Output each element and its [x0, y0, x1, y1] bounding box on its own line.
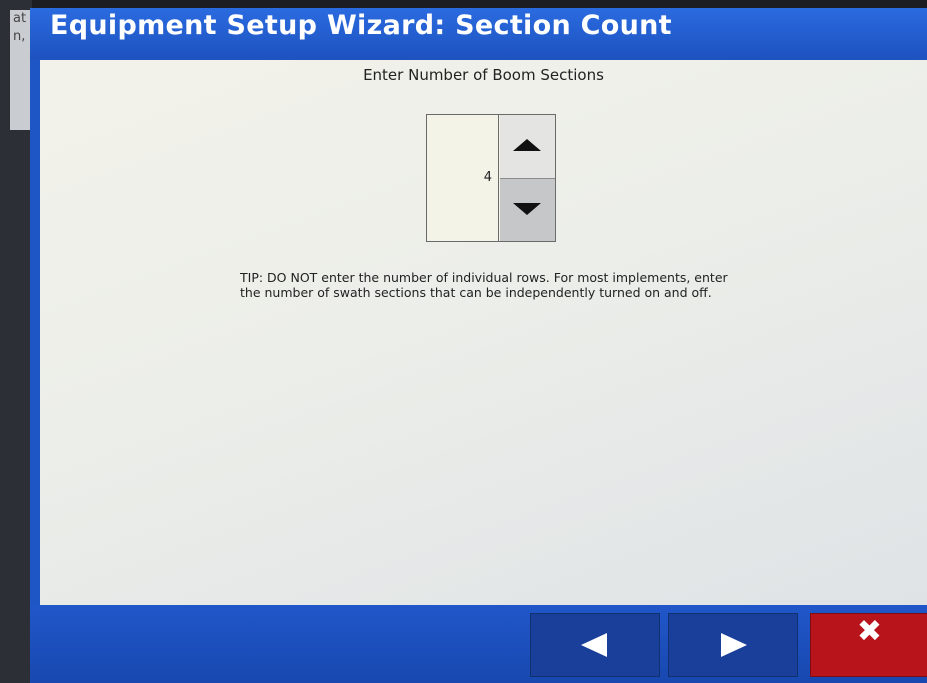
back-button[interactable]	[530, 613, 660, 677]
background-text-line: n,	[13, 29, 26, 44]
background-window-edge: at n,	[0, 0, 32, 683]
section-count-stepper: 4	[426, 114, 556, 242]
triangle-right-icon	[721, 633, 747, 657]
cancel-button[interactable]: ✖	[810, 613, 927, 677]
section-count-field[interactable]: 4	[427, 115, 499, 241]
wizard-screen: Equipment Setup Wizard: Section Count En…	[30, 8, 927, 683]
triangle-up-icon	[513, 139, 541, 151]
triangle-down-icon	[513, 203, 541, 215]
triangle-left-icon	[581, 633, 607, 657]
footer-bar: ✖	[30, 605, 927, 683]
next-button[interactable]	[668, 613, 798, 677]
tip-text: TIP: DO NOT enter the number of individu…	[240, 270, 728, 300]
wizard-title: Equipment Setup Wizard: Section Count	[50, 10, 672, 41]
background-window-text: at n,	[10, 10, 32, 130]
increment-button[interactable]	[500, 115, 555, 179]
title-bar: Equipment Setup Wizard: Section Count	[30, 8, 927, 60]
prompt-label: Enter Number of Boom Sections	[363, 66, 604, 84]
background-text-line: at	[13, 11, 27, 26]
close-icon: ✖	[856, 614, 883, 649]
wizard-content: Enter Number of Boom Sections 4 TIP: DO …	[40, 60, 927, 605]
decrement-button[interactable]	[500, 179, 555, 241]
